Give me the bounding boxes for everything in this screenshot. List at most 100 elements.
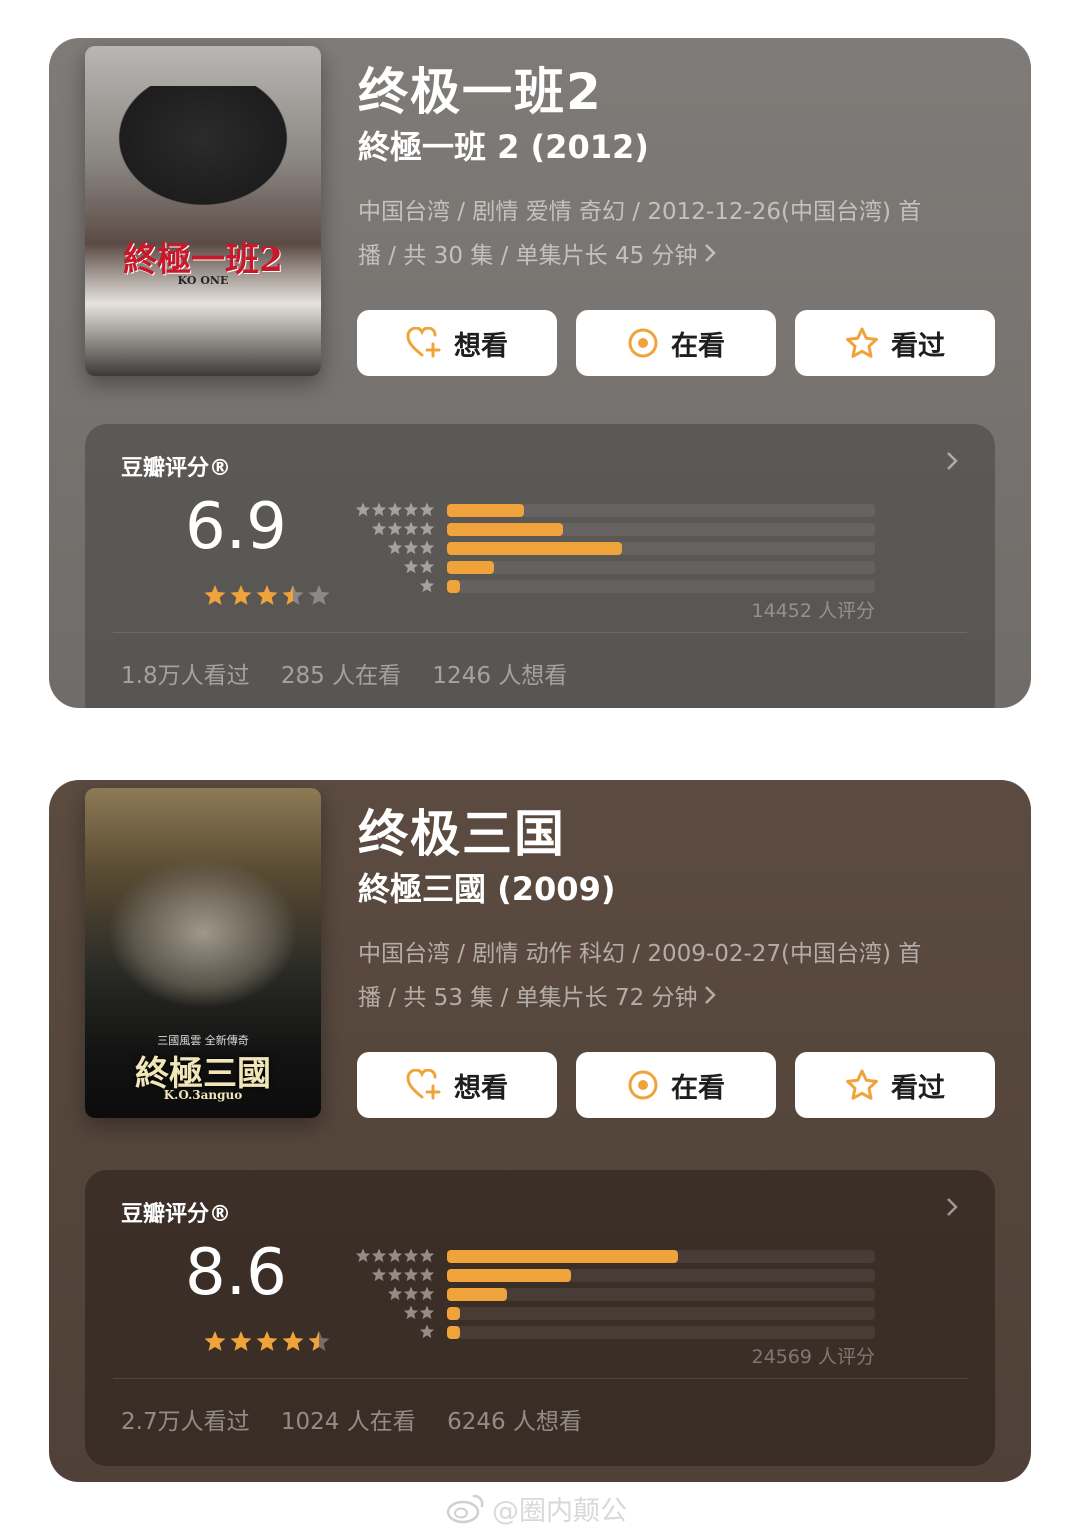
star-level-3-icons (387, 540, 435, 555)
watching-count[interactable]: 1024 人在看 (281, 1409, 416, 1435)
rating-bar-track-2 (447, 561, 875, 574)
chevron-right-icon (704, 976, 716, 1020)
rating-bar-track-5 (447, 504, 875, 517)
rating-bar-5-star (447, 1250, 679, 1263)
rating-bar-track-4 (447, 523, 875, 536)
rating-star-4 (282, 1331, 304, 1351)
rating-stars (203, 1330, 333, 1358)
rating-star-2 (230, 585, 252, 605)
douban-rating-panel[interactable]: 豆瓣评分® 8.6 24569 人评分 2.7万人看过 1024 人在看 624… (85, 1170, 995, 1466)
watching-count[interactable]: 285 人在看 (281, 663, 401, 689)
douban-rating-panel[interactable]: 豆瓣评分® 6.9 14452 人评分 1.8万人看过 285 人在看 1246… (85, 424, 995, 708)
rating-bar-track-5 (447, 1250, 875, 1263)
watched-button[interactable]: 看过 (795, 310, 995, 376)
rating-bar-track-3 (447, 542, 875, 555)
rating-star-5 (308, 585, 330, 605)
drama-info-line-1: 中国台湾 / 剧情 爱情 奇幻 / 2012-12-26(中国台湾) 首 (358, 199, 922, 225)
rating-bar-track-2 (447, 1307, 875, 1320)
watching-label: 在看 (671, 330, 725, 362)
rating-star-2 (230, 1331, 252, 1351)
star-level-1-icons (419, 578, 435, 593)
rating-star-1 (204, 1331, 226, 1351)
star-level-2-icons (403, 559, 435, 574)
poster-image[interactable]: 終極一班2 KO ONE (85, 46, 321, 376)
rating-label: 豆瓣评分® (121, 456, 232, 481)
rating-star-4 (282, 585, 304, 605)
action-buttons: 想看 在看 看过 (357, 1052, 997, 1118)
poster-subtitle: KO ONE (177, 274, 229, 287)
star-outline-icon (846, 1069, 878, 1100)
rating-star-3 (256, 1331, 278, 1351)
drama-info-line-2: 播 / 共 30 集 / 单集片长 45 分钟 (358, 243, 698, 269)
star-level-2-icons (403, 1305, 435, 1320)
watching-button[interactable]: 在看 (576, 310, 776, 376)
watching-button[interactable]: 在看 (576, 1052, 776, 1118)
want-count[interactable]: 1246 人想看 (432, 663, 567, 689)
rating-star-3 (256, 585, 278, 605)
watched-button[interactable]: 看过 (795, 1052, 995, 1118)
heart-plus-icon (406, 1069, 441, 1100)
star-level-1-icons (419, 1324, 435, 1339)
drama-title: 终极三国 (358, 805, 566, 863)
rating-star-5 (308, 1331, 330, 1351)
star-level-4-icons (371, 521, 435, 536)
rating-bar-4-star (447, 1269, 572, 1282)
watched-count[interactable]: 1.8万人看过 (121, 663, 250, 689)
rating-score: 6.9 (185, 490, 287, 564)
rating-bar-5-star (447, 504, 525, 517)
want-to-watch-label: 想看 (454, 1072, 508, 1104)
watched-count[interactable]: 2.7万人看过 (121, 1409, 250, 1435)
chevron-right-icon[interactable] (945, 450, 959, 476)
star-level-4-icons (371, 1267, 435, 1282)
rating-bar-1-star (447, 580, 460, 593)
rating-label: 豆瓣评分® (121, 1202, 232, 1227)
rating-bar-4-star (447, 523, 563, 536)
star-level-5-icons (355, 1248, 435, 1263)
rating-bar-3-star (447, 1288, 507, 1301)
star-level-5-icons (355, 502, 435, 517)
weibo-watermark: @圈内颠公 (446, 1488, 627, 1528)
star-level-3-icons (387, 1286, 435, 1301)
poster-image[interactable]: 三國風雲 全新傳奇 終極三國 K.O.3anguo (85, 788, 321, 1118)
star-outline-icon (846, 327, 878, 358)
drama-info-line-2: 播 / 共 53 集 / 单集片长 72 分钟 (358, 985, 698, 1011)
action-buttons: 想看 在看 看过 (357, 310, 997, 376)
drama-title: 终极一班2 (358, 63, 603, 121)
want-to-watch-button[interactable]: 想看 (357, 1052, 557, 1118)
heart-plus-icon (406, 327, 441, 358)
weibo-icon (446, 1494, 484, 1524)
want-count[interactable]: 6246 人想看 (447, 1409, 582, 1435)
rating-bar-2-star (447, 1307, 460, 1320)
poster-figures (95, 848, 311, 1018)
divider (113, 1378, 967, 1379)
rating-bar-3-star (447, 542, 623, 555)
drama-original-title: 終極一班 2 (2012) (358, 128, 649, 166)
divider (113, 632, 967, 633)
movie-card-2: 三國風雲 全新傳奇 終極三國 K.O.3anguo 终极三国 終極三國 (200… (49, 780, 1031, 1482)
rating-distribution (353, 1248, 893, 1350)
poster-subtitle: K.O.3anguo (163, 1088, 243, 1102)
drama-info-line-1: 中国台湾 / 剧情 动作 科幻 / 2009-02-27(中国台湾) 首 (358, 941, 922, 967)
chevron-right-icon[interactable] (945, 1196, 959, 1222)
rating-star-1 (204, 585, 226, 605)
target-icon (628, 328, 658, 358)
rating-bar-track-1 (447, 1326, 875, 1339)
drama-info[interactable]: 中国台湾 / 剧情 动作 科幻 / 2009-02-27(中国台湾) 首 播 /… (358, 932, 998, 1020)
rating-bar-track-1 (447, 580, 875, 593)
target-icon (628, 1070, 658, 1100)
movie-card-1: 終極一班2 KO ONE 终极一班2 終極一班 2 (2012) 中国台湾 / … (49, 38, 1031, 708)
chevron-right-icon (704, 234, 716, 278)
watched-label: 看过 (891, 330, 945, 362)
rating-bar-track-4 (447, 1269, 875, 1282)
want-to-watch-button[interactable]: 想看 (357, 310, 557, 376)
want-to-watch-label: 想看 (454, 330, 508, 362)
rating-bar-1-star (447, 1326, 460, 1339)
rating-count: 24569 人评分 (751, 1346, 875, 1368)
drama-original-title: 終極三國 (2009) (358, 870, 616, 908)
watermark-text: @圈内颠公 (492, 1495, 627, 1527)
audience-stats: 2.7万人看过 1024 人在看 6246 人想看 (121, 1402, 606, 1436)
rating-count: 14452 人评分 (751, 600, 875, 622)
rating-score: 8.6 (185, 1236, 287, 1310)
rating-bar-track-3 (447, 1288, 875, 1301)
drama-info[interactable]: 中国台湾 / 剧情 爱情 奇幻 / 2012-12-26(中国台湾) 首 播 /… (358, 190, 998, 278)
